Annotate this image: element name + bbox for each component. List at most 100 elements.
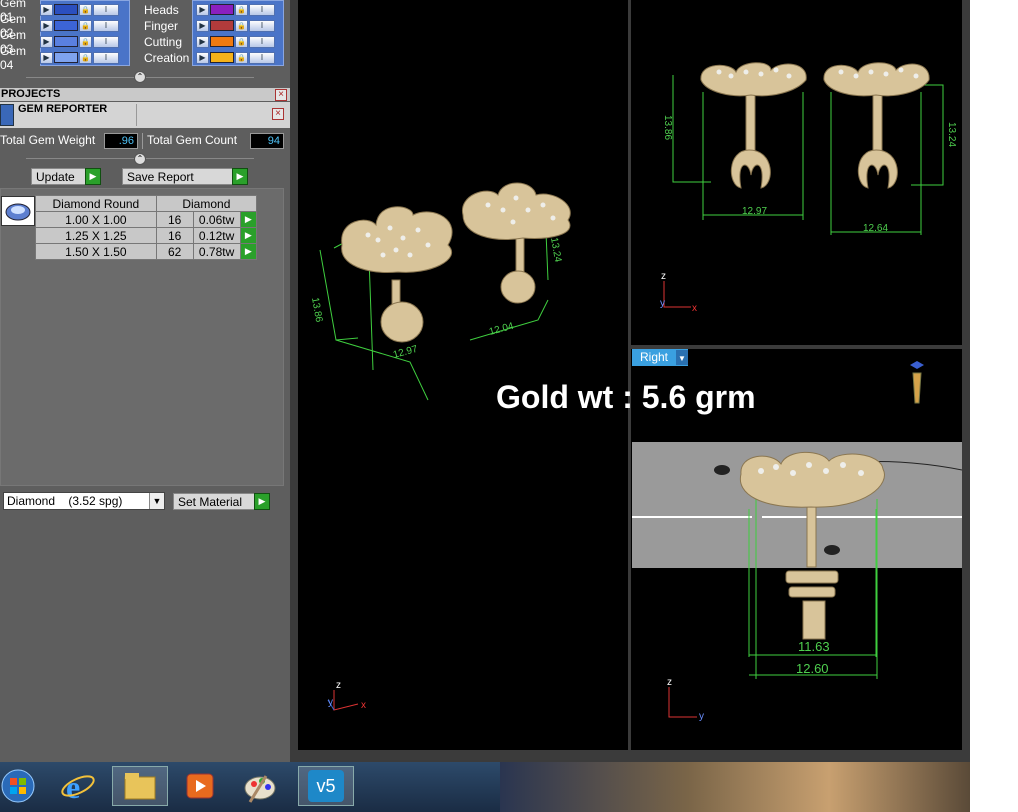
visibility-toggle[interactable]: I [249, 51, 275, 64]
visibility-toggle[interactable]: I [93, 3, 119, 16]
material-select[interactable]: Diamond (3.52 spg) ▼ [3, 492, 165, 510]
layer-color-swatch[interactable] [54, 52, 78, 63]
perspective-viewport[interactable]: 13.86 12.97 12.04 13.24 y z x [298, 0, 628, 750]
layer-color-swatch[interactable] [54, 20, 78, 31]
play-icon[interactable]: ▶ [40, 35, 53, 48]
total-gem-weight-label: Total Gem Weight [0, 133, 96, 147]
dim-outer-width: 12.60 [796, 661, 829, 676]
earring-left-perspective [319, 206, 453, 401]
svg-text:z: z [667, 677, 672, 688]
gem-weight: 0.78tw [192, 243, 241, 260]
chevron-down-icon[interactable]: ▼ [149, 493, 164, 509]
layer-row[interactable]: Heads ▶ 🔒 I [144, 2, 276, 17]
total-gem-weight-field[interactable]: .96 [104, 133, 138, 149]
file-explorer-icon[interactable] [112, 766, 168, 806]
play-icon[interactable]: ▶ [196, 35, 209, 48]
row-go-icon[interactable]: ▶ [239, 227, 258, 244]
dim-height-left: 13.86 [662, 115, 673, 140]
layer-row[interactable]: Finger ▶ 🔒 I [144, 18, 276, 33]
table-row[interactable]: 1.25 X 1.25 16 0.12tw ▶ [35, 227, 258, 244]
layer-color-swatch[interactable] [210, 52, 234, 63]
projects-close-icon[interactable]: × [275, 89, 287, 101]
visibility-toggle[interactable]: I [249, 3, 275, 16]
projects-header[interactable]: PROJECTS [0, 88, 290, 101]
projects-title: PROJECTS [1, 88, 61, 100]
play-icon[interactable]: ▶ [196, 51, 209, 64]
layer-name: Heads [144, 2, 179, 17]
material-value: Diamond (3.52 spg) [7, 494, 123, 508]
gem-count: 62 [155, 243, 194, 260]
table-row[interactable]: 1.00 X 1.00 16 0.06tw ▶ [35, 211, 258, 228]
axis-indicator: y z x [327, 680, 366, 711]
lock-icon[interactable]: 🔒 [79, 51, 92, 64]
layer-color-swatch[interactable] [210, 4, 234, 15]
total-gem-count-label: Total Gem Count [147, 133, 238, 147]
earring-right-front [823, 62, 944, 235]
visibility-toggle[interactable]: I [93, 19, 119, 32]
layer-row[interactable]: Cutting ▶ 🔒 I [144, 34, 276, 49]
rhino-label: v5 [308, 770, 344, 802]
collapse-toggle-icon[interactable]: ⌃ [134, 71, 146, 83]
layer-color-swatch[interactable] [210, 20, 234, 31]
start-orb[interactable] [0, 766, 42, 806]
lock-icon[interactable]: 🔒 [235, 19, 248, 32]
svg-text:x: x [692, 303, 697, 314]
visibility-toggle[interactable]: I [249, 35, 275, 48]
axis-indicator: z y [667, 677, 704, 722]
layer-name: Creation [144, 50, 190, 65]
play-icon[interactable]: ▶ [196, 3, 209, 16]
lock-icon[interactable]: 🔒 [235, 51, 248, 64]
play-icon[interactable]: ▶ [196, 19, 209, 32]
play-icon[interactable]: ▶ [40, 19, 53, 32]
svg-text:e: e [66, 769, 80, 804]
gem-size: 1.00 X 1.00 [35, 211, 157, 228]
earring-left-front [672, 62, 807, 220]
play-icon[interactable]: ▶ [40, 3, 53, 16]
left-panel: Gem 01 ▶ 🔒 I Gem 02 ▶ 🔒 I Gem 03 ▶ 🔒 I Gem 04 ▶ 🔒 I Hea… [0, 0, 290, 762]
visibility-toggle[interactable]: I [93, 51, 119, 64]
save-report-button[interactable]: Save Report ▶ [122, 168, 248, 185]
front-viewport[interactable]: 13.86 12.97 13.24 12.64 z y x [631, 0, 962, 345]
layer-color-swatch[interactable] [54, 4, 78, 15]
svg-text:y: y [660, 298, 665, 309]
lock-icon[interactable]: 🔒 [79, 35, 92, 48]
dim-width-left: 12.97 [742, 206, 767, 217]
lock-icon[interactable]: 🔒 [235, 3, 248, 16]
layer-color-swatch[interactable] [54, 36, 78, 47]
layer-row[interactable]: Gem 04 ▶ 🔒 I [0, 44, 120, 72]
media-player-icon[interactable] [172, 766, 228, 806]
gem-reporter-header: GEM REPORTER [0, 102, 290, 128]
paint-icon[interactable] [232, 766, 288, 806]
collapse-toggle-icon[interactable]: ⌃ [134, 153, 146, 165]
svg-text:x: x [361, 700, 366, 711]
wallpaper-strip [500, 762, 970, 812]
internet-explorer-icon[interactable]: e [50, 766, 106, 806]
update-button[interactable]: Update ▶ [31, 168, 101, 185]
layer-color-swatch[interactable] [210, 36, 234, 47]
layer-name: Cutting [144, 34, 183, 49]
dim-height-left: 13.86 [309, 297, 324, 324]
set-material-button[interactable]: Set Material ▶ [173, 493, 270, 510]
row-go-icon[interactable]: ▶ [239, 211, 258, 228]
play-icon[interactable]: ▶ [40, 51, 53, 64]
table-row[interactable]: 1.50 X 1.50 62 0.78tw ▶ [35, 243, 258, 260]
gem-reporter-close-icon[interactable]: × [272, 108, 284, 120]
row-go-icon[interactable]: ▶ [239, 243, 258, 260]
svg-text:z: z [661, 271, 666, 282]
visibility-toggle[interactable]: I [93, 35, 119, 48]
rhino-v5-icon[interactable]: v5 [298, 766, 354, 806]
play-icon: ▶ [232, 168, 248, 185]
diamond-icon[interactable] [1, 196, 35, 226]
dim-width-right: 12.04 [488, 321, 515, 338]
layer-row[interactable]: Creation ▶ 🔒 I [144, 50, 276, 65]
layer-name: Gem 04 [0, 43, 27, 72]
lock-icon[interactable]: 🔒 [79, 19, 92, 32]
visibility-toggle[interactable]: I [249, 19, 275, 32]
taskbar: e v5 [0, 762, 970, 812]
gem-size: 1.25 X 1.25 [35, 227, 157, 244]
lock-icon[interactable]: 🔒 [79, 3, 92, 16]
lock-icon[interactable]: 🔒 [235, 35, 248, 48]
gem-weight: 0.06tw [192, 211, 241, 228]
dim-height-right: 13.24 [946, 122, 957, 147]
total-gem-count-field[interactable]: 94 [250, 133, 284, 149]
